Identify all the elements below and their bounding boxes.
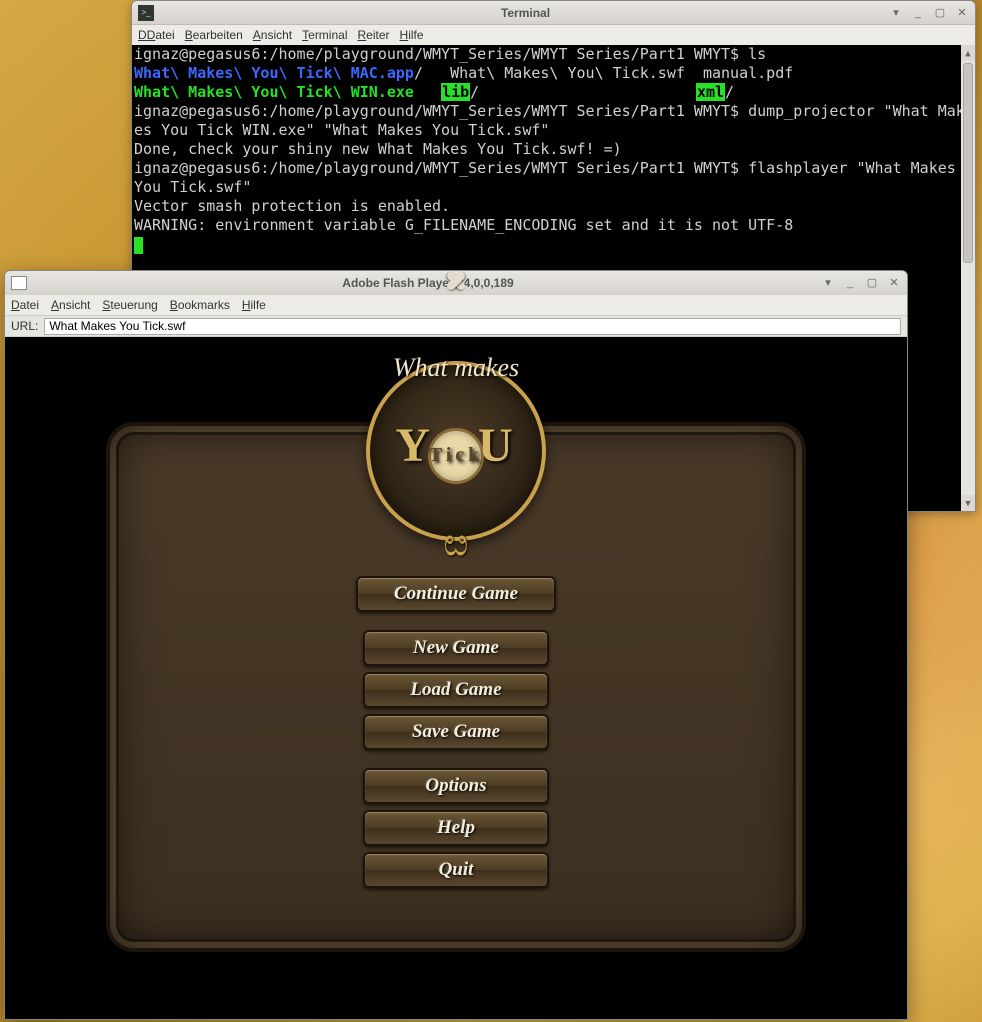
- flash-player-window: Adobe Flash Player 24,0,0,189 ▾ _ ▢ ✕ Da…: [4, 270, 908, 1020]
- url-input[interactable]: [44, 318, 901, 335]
- close-button[interactable]: ✕: [887, 276, 901, 290]
- terminal-titlebar[interactable]: >_ Terminal ▾ _ ▢ ✕: [132, 1, 975, 25]
- clock-icon: Tick: [428, 428, 484, 484]
- logo-text-you: YTickU: [395, 418, 516, 484]
- flash-menu-datei[interactable]: Datei: [11, 298, 39, 312]
- terminal-cursor: [134, 237, 143, 254]
- terminal-menu-ansicht[interactable]: Ansicht: [253, 28, 292, 42]
- flash-title: Adobe Flash Player 24,0,0,189: [35, 276, 821, 290]
- continue-game-button[interactable]: Continue Game: [356, 576, 556, 612]
- terminal-line: ignaz@pegasus6:/home/playground/WMYT_Ser…: [134, 102, 748, 120]
- maximize-button[interactable]: ▢: [933, 6, 947, 20]
- save-game-button[interactable]: Save Game: [363, 714, 549, 750]
- quit-button[interactable]: Quit: [363, 852, 549, 888]
- flash-urlbar: URL:: [5, 315, 907, 337]
- scrollbar-up-icon[interactable]: ▲: [961, 45, 975, 61]
- terminal-icon: >_: [138, 5, 154, 21]
- scrollbar-thumb[interactable]: [963, 63, 973, 263]
- terminal-line: / What\ Makes\ You\ Tick.swf manual.pdf: [414, 64, 793, 82]
- game-menu-panel: What makes YTickU ೞ Continue Game New Ga…: [106, 422, 806, 952]
- terminal-menu-datei[interactable]: DDatei: [138, 28, 175, 42]
- terminal-menu-hilfe[interactable]: Hilfe: [400, 28, 424, 42]
- flash-menu-ansicht[interactable]: Ansicht: [51, 298, 90, 312]
- help-button[interactable]: Help: [363, 810, 549, 846]
- terminal-line: WARNING: environment variable G_FILENAME…: [134, 216, 793, 234]
- dropdown-icon[interactable]: ▾: [889, 6, 903, 20]
- terminal-line: What\ Makes\ You\ Tick\ MAC.app: [134, 64, 414, 82]
- load-game-button[interactable]: Load Game: [363, 672, 549, 708]
- terminal-title: Terminal: [162, 6, 889, 20]
- flash-menu-steuerung[interactable]: Steuerung: [102, 298, 157, 312]
- game-logo: What makes YTickU ೞ: [351, 346, 561, 556]
- flash-content-area: What makes YTickU ೞ Continue Game New Ga…: [5, 337, 907, 1019]
- flash-menubar: Datei Ansicht Steuerung Bookmarks Hilfe: [5, 295, 907, 315]
- terminal-menu-bearbeiten[interactable]: Bearbeiten: [185, 28, 243, 42]
- menu-group-primary: Continue Game: [356, 576, 556, 612]
- terminal-line: ignaz@pegasus6:/home/playground/WMYT_Ser…: [134, 159, 748, 177]
- terminal-line: ls: [748, 45, 766, 63]
- terminal-line: ignaz@pegasus6:/home/playground/WMYT_Ser…: [134, 45, 748, 63]
- url-label: URL:: [11, 319, 38, 333]
- terminal-line: xml: [696, 83, 725, 101]
- flash-app-icon: [11, 276, 27, 290]
- logo-text-top: What makes: [393, 353, 519, 383]
- minimize-button[interactable]: _: [843, 276, 857, 290]
- close-icon[interactable]: [444, 269, 468, 293]
- logo-tail-icon: ೞ: [444, 522, 469, 565]
- terminal-line: Done, check your shiny new What Makes Yo…: [134, 140, 622, 158]
- minimize-button[interactable]: _: [911, 6, 925, 20]
- new-game-button[interactable]: New Game: [363, 630, 549, 666]
- maximize-button[interactable]: ▢: [865, 276, 879, 290]
- dropdown-icon[interactable]: ▾: [821, 276, 835, 290]
- terminal-menu-reiter[interactable]: Reiter: [358, 28, 390, 42]
- menu-group-system: Options Help Quit: [363, 768, 549, 888]
- terminal-line: lib: [441, 83, 470, 101]
- terminal-menubar: DDatei Bearbeiten Ansicht Terminal Reite…: [132, 25, 975, 45]
- terminal-scrollbar[interactable]: ▲ ▼: [961, 45, 975, 511]
- scrollbar-down-icon[interactable]: ▼: [961, 495, 975, 511]
- terminal-line: What\ Makes\ You\ Tick\ WIN.exe: [134, 83, 414, 101]
- flash-menu-bookmarks[interactable]: Bookmarks: [170, 298, 230, 312]
- flash-menu-hilfe[interactable]: Hilfe: [242, 298, 266, 312]
- terminal-line: Vector smash protection is enabled.: [134, 197, 450, 215]
- terminal-menu-terminal[interactable]: Terminal: [302, 28, 347, 42]
- menu-group-game: New Game Load Game Save Game: [363, 630, 549, 750]
- close-button[interactable]: ✕: [955, 6, 969, 20]
- options-button[interactable]: Options: [363, 768, 549, 804]
